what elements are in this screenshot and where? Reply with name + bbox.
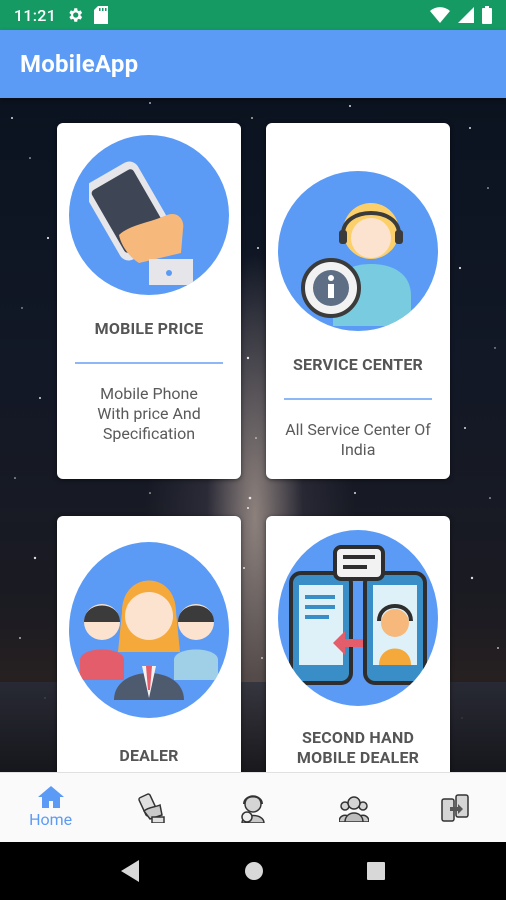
phone-exchange-icon	[441, 793, 470, 822]
phone-chat-exchange-icon	[289, 545, 427, 685]
dashboard-content[interactable]: MOBILE PRICE Mobile Phone With price And…	[0, 98, 506, 772]
second-hand-dealer-circle	[278, 530, 438, 706]
system-navigation-bar	[0, 842, 506, 900]
nav-item-dealer[interactable]	[309, 773, 399, 843]
nav-item-service-center[interactable]	[208, 773, 298, 843]
mobile-price-circle	[69, 135, 229, 295]
mobile-price-divider	[75, 362, 223, 364]
sd-card-icon	[94, 6, 109, 24]
back-icon[interactable]	[121, 860, 141, 882]
hand-holding-phone-icon	[89, 161, 193, 285]
dealer-circle	[69, 542, 229, 718]
support-agent-icon	[241, 794, 265, 823]
dealer-card[interactable]: DEALER	[57, 516, 241, 772]
nav-label-home: Home	[29, 810, 73, 829]
service-center-card[interactable]: SERVICE CENTER All Service Center Of Ind…	[266, 123, 450, 479]
group-icon	[339, 795, 370, 822]
dealer-people-icon	[80, 580, 218, 700]
second-hand-dealer-title-line: MOBILE DEALER	[296, 748, 420, 767]
service-center-title: SERVICE CENTER	[292, 355, 424, 374]
mobile-price-card[interactable]: MOBILE PRICE Mobile Phone With price And…	[57, 123, 241, 479]
service-center-circle	[278, 171, 438, 331]
mobile-price-desc: Mobile Phone With price And Specificatio…	[97, 384, 201, 444]
mobile-price-desc-line: Specification	[102, 424, 196, 443]
service-center-desc-line: All Service Center Of	[285, 420, 431, 439]
service-center-desc-line: India	[340, 440, 376, 459]
dealer-title: DEALER	[119, 746, 179, 765]
home-icon	[37, 786, 64, 808]
status-time: 11:21	[14, 5, 57, 25]
wifi-icon	[430, 7, 450, 23]
recents-icon[interactable]	[366, 862, 385, 880]
mobile-price-desc-line: With price And	[97, 404, 201, 423]
second-hand-dealer-title-line: SECOND HAND	[301, 728, 415, 747]
service-center-divider	[284, 398, 432, 400]
bottom-navigation: Home	[0, 772, 506, 842]
second-hand-dealer-card[interactable]: SECOND HAND MOBILE DEALER	[266, 516, 450, 772]
signal-icon	[458, 7, 474, 23]
support-agent-info-icon	[301, 203, 411, 326]
app-bar: MobileApp	[0, 30, 506, 98]
second-hand-dealer-title: SECOND HAND MOBILE DEALER	[297, 728, 419, 768]
nav-item-mobile-price[interactable]	[107, 773, 197, 843]
mobile-price-title: MOBILE PRICE	[94, 319, 204, 338]
app-title: MobileApp	[20, 50, 139, 78]
status-bar: 11:21	[0, 0, 506, 30]
battery-icon	[482, 6, 492, 24]
hand-phone-icon	[138, 792, 165, 823]
mobile-price-desc-line: Mobile Phone	[100, 384, 198, 403]
service-center-desc: All Service Center Of India	[285, 420, 431, 460]
nav-item-home[interactable]: Home	[6, 773, 96, 843]
home-circle-icon[interactable]	[244, 861, 264, 881]
nav-item-second-hand[interactable]	[410, 773, 500, 843]
gear-icon	[69, 8, 83, 22]
